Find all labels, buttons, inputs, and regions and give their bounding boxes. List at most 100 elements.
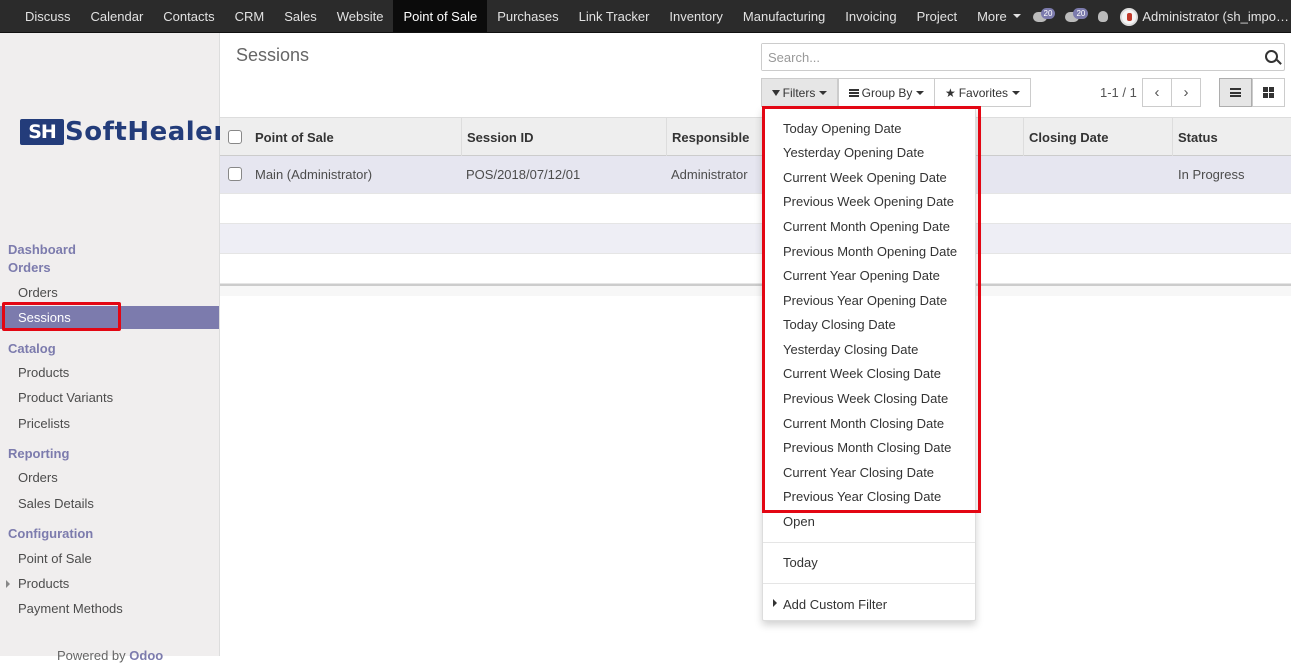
filter-current-year-closing-date[interactable]: Current Year Closing Date bbox=[783, 465, 934, 480]
sidebar-item-sales-details[interactable]: Sales Details bbox=[0, 492, 219, 515]
pager-next-button[interactable]: › bbox=[1171, 78, 1201, 107]
app-contacts[interactable]: Contacts bbox=[153, 0, 224, 32]
column-closing-date[interactable]: Closing Date bbox=[1023, 118, 1172, 156]
user-name: Administrator (sh_impo… bbox=[1142, 9, 1289, 24]
cell-point-of-sale: Main (Administrator) bbox=[255, 167, 373, 182]
avatar bbox=[1120, 7, 1139, 26]
menu-section-reporting[interactable]: Reporting bbox=[8, 446, 69, 461]
app-inventory[interactable]: Inventory bbox=[659, 0, 732, 32]
column-status[interactable]: Status bbox=[1172, 118, 1291, 156]
filter-current-week-opening-date[interactable]: Current Week Opening Date bbox=[783, 170, 947, 185]
caret-down-icon bbox=[1012, 90, 1021, 95]
empty-row bbox=[220, 254, 1291, 284]
filters-button[interactable]: Filters bbox=[761, 78, 838, 107]
menu-section-configuration[interactable]: Configuration bbox=[8, 526, 93, 541]
app-purchases[interactable]: Purchases bbox=[487, 0, 568, 32]
table-row[interactable]: Main (Administrator) POS/2018/07/12/01 A… bbox=[220, 156, 1291, 194]
column-point-of-sale[interactable]: Point of Sale bbox=[250, 118, 461, 156]
app-project[interactable]: Project bbox=[907, 0, 967, 32]
app-manufacturing[interactable]: Manufacturing bbox=[733, 0, 835, 32]
add-custom-filter[interactable]: Add Custom Filter bbox=[783, 597, 887, 612]
menu-section-catalog[interactable]: Catalog bbox=[8, 341, 56, 356]
row-checkbox[interactable] bbox=[228, 167, 242, 181]
filter-today-closing-date[interactable]: Today Closing Date bbox=[783, 317, 896, 332]
filter-previous-month-closing-date[interactable]: Previous Month Closing Date bbox=[783, 440, 951, 455]
column-session-id[interactable]: Session ID bbox=[461, 118, 666, 156]
sidebar-item-orders[interactable]: Orders bbox=[0, 281, 219, 304]
bug-icon[interactable] bbox=[1098, 11, 1109, 22]
filter-previous-year-opening-date[interactable]: Previous Year Opening Date bbox=[783, 293, 947, 308]
list-view-button[interactable] bbox=[1219, 78, 1252, 107]
app-discuss[interactable]: Discuss bbox=[15, 0, 81, 32]
select-all-checkbox[interactable] bbox=[228, 130, 242, 144]
chevron-right-icon: › bbox=[1183, 84, 1189, 101]
activity-button[interactable]: 20 bbox=[1065, 8, 1089, 22]
pager-previous-button[interactable]: ‹ bbox=[1142, 78, 1172, 107]
sidebar-item-sessions[interactable]: Sessions bbox=[0, 306, 219, 329]
filters-label: Filters bbox=[782, 85, 816, 100]
cell-session-id: POS/2018/07/12/01 bbox=[466, 167, 581, 182]
sidebar-item-products[interactable]: Products bbox=[0, 361, 219, 384]
filter-current-month-closing-date[interactable]: Current Month Closing Date bbox=[783, 416, 944, 431]
activity-count-badge: 20 bbox=[1073, 8, 1089, 19]
sidebar-item-product-variants[interactable]: Product Variants bbox=[0, 386, 219, 409]
group-by-button[interactable]: Group By bbox=[838, 78, 935, 107]
sidebar-item-reporting-orders[interactable]: Orders bbox=[0, 466, 219, 489]
list-icon bbox=[1230, 88, 1241, 97]
sidebar-item-point-of-sale[interactable]: Point of Sale bbox=[0, 547, 219, 570]
app-link-tracker[interactable]: Link Tracker bbox=[569, 0, 660, 32]
app-website[interactable]: Website bbox=[327, 0, 394, 32]
company-logo: SH SoftHealer bbox=[20, 117, 227, 147]
search-input[interactable] bbox=[762, 44, 1242, 70]
sidebar-item-payment-methods[interactable]: Payment Methods bbox=[0, 597, 219, 620]
app-calendar[interactable]: Calendar bbox=[81, 0, 154, 32]
chat-count-badge: 20 bbox=[1040, 8, 1056, 19]
search-icon[interactable] bbox=[1265, 50, 1278, 63]
caret-down-icon bbox=[916, 90, 925, 95]
kanban-view-button[interactable] bbox=[1252, 78, 1285, 107]
filter-icon bbox=[771, 89, 780, 96]
top-navbar: Discuss Calendar Contacts CRM Sales Webs… bbox=[0, 0, 1291, 33]
cell-responsible: Administrator bbox=[671, 167, 748, 182]
sidebar: SH SoftHealer Dashboard Orders Orders Se… bbox=[0, 33, 226, 663]
filter-yesterday-opening-date[interactable]: Yesterday Opening Date bbox=[783, 145, 924, 160]
filter-yesterday-closing-date[interactable]: Yesterday Closing Date bbox=[783, 342, 918, 357]
menu-dashboard[interactable]: Dashboard bbox=[8, 242, 76, 257]
cell-status: In Progress bbox=[1178, 167, 1245, 182]
app-menu: Discuss Calendar Contacts CRM Sales Webs… bbox=[0, 0, 1031, 32]
table-footer bbox=[220, 284, 1291, 296]
filter-previous-week-opening-date[interactable]: Previous Week Opening Date bbox=[783, 194, 954, 209]
empty-row bbox=[220, 194, 1291, 224]
filter-previous-week-closing-date[interactable]: Previous Week Closing Date bbox=[783, 391, 948, 406]
filter-previous-year-closing-date[interactable]: Previous Year Closing Date bbox=[783, 489, 941, 504]
sidebar-item-config-products[interactable]: Products bbox=[0, 572, 219, 595]
app-point-of-sale[interactable]: Point of Sale bbox=[393, 0, 488, 32]
app-crm[interactable]: CRM bbox=[225, 0, 275, 32]
filter-current-month-opening-date[interactable]: Current Month Opening Date bbox=[783, 219, 950, 234]
sidebar-item-label: Products bbox=[18, 576, 70, 591]
empty-row bbox=[220, 224, 1291, 254]
sidebar-item-pricelists[interactable]: Pricelists bbox=[0, 412, 219, 435]
app-invoicing[interactable]: Invoicing bbox=[835, 0, 906, 32]
sessions-table: Point of Sale Session ID Responsible Clo… bbox=[220, 117, 1291, 296]
pager-value[interactable]: 1-1 / 1 bbox=[1100, 85, 1137, 100]
filter-current-year-opening-date[interactable]: Current Year Opening Date bbox=[783, 268, 940, 283]
more-menu[interactable]: More bbox=[967, 0, 1031, 32]
filter-previous-month-opening-date[interactable]: Previous Month Opening Date bbox=[783, 244, 957, 259]
filter-open[interactable]: Open bbox=[783, 514, 815, 529]
logo-mark: SH bbox=[20, 119, 64, 145]
user-menu[interactable]: Administrator (sh_impo… bbox=[1120, 7, 1289, 26]
app-sales[interactable]: Sales bbox=[274, 0, 327, 32]
menu-section-orders[interactable]: Orders bbox=[8, 260, 51, 275]
chevron-left-icon: ‹ bbox=[1154, 84, 1160, 101]
favorites-button[interactable]: ★ Favorites bbox=[934, 78, 1031, 107]
chat-button[interactable]: 20 bbox=[1032, 8, 1056, 22]
filter-today[interactable]: Today bbox=[783, 555, 818, 570]
search-bar bbox=[761, 43, 1285, 71]
filter-current-week-closing-date[interactable]: Current Week Closing Date bbox=[783, 366, 941, 381]
caret-right-icon bbox=[773, 599, 777, 607]
page-title: Sessions bbox=[236, 45, 310, 65]
filter-today-opening-date[interactable]: Today Opening Date bbox=[783, 121, 902, 136]
star-icon: ★ bbox=[944, 85, 956, 100]
caret-down-icon bbox=[819, 90, 828, 95]
